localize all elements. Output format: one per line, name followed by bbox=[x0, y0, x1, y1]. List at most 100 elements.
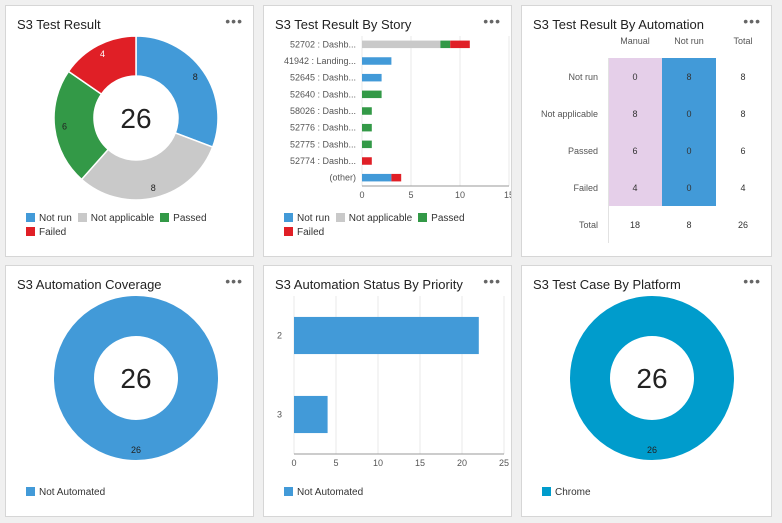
bar-segment-passed[interactable] bbox=[362, 140, 372, 149]
slice-value-label: 8 bbox=[193, 72, 198, 82]
bar-segment-not-run[interactable] bbox=[362, 73, 382, 82]
matrix-row-label: Passed bbox=[567, 145, 598, 156]
tile-test-case-by-platform[interactable]: S3 Test Case By Platform ••• 26 26 Chrome bbox=[521, 265, 772, 517]
bar-segment-passed[interactable] bbox=[362, 107, 372, 115]
x-tick-label: 10 bbox=[455, 190, 465, 200]
matrix-row-label: Not run bbox=[568, 71, 598, 82]
bar-segment-failed[interactable] bbox=[362, 157, 372, 165]
bar-segment-not-run[interactable] bbox=[362, 57, 392, 65]
bar-segment-not-automated[interactable] bbox=[294, 395, 328, 434]
x-tick-label: 0 bbox=[291, 458, 296, 468]
slice-value-label: 6 bbox=[62, 122, 67, 132]
x-tick-label: 25 bbox=[499, 458, 509, 468]
x-tick-label: 20 bbox=[457, 458, 467, 468]
matrix-divider bbox=[608, 58, 609, 243]
matrix-row-label: Not applicable bbox=[540, 108, 598, 119]
chart-legend: Not run Not applicable Passed Failed bbox=[284, 212, 504, 240]
bar-segment-passed[interactable] bbox=[362, 90, 382, 99]
matrix-total-manual: 18 bbox=[629, 219, 640, 230]
legend-label: Passed bbox=[431, 213, 465, 224]
slice-value-label: 8 bbox=[151, 183, 156, 193]
legend-label: Not applicable bbox=[348, 213, 413, 224]
donut-center-total: 26 bbox=[120, 363, 151, 394]
matrix-cell-total: 6 bbox=[740, 145, 746, 156]
legend-item-not-applicable[interactable]: Not applicable bbox=[335, 212, 413, 226]
legend-swatch bbox=[284, 487, 293, 496]
slice-value-label: 26 bbox=[647, 445, 657, 455]
slice-value-label: 26 bbox=[131, 445, 141, 455]
chart-legend: Not Automated bbox=[26, 486, 246, 500]
matrix-cell-manual[interactable]: 8 bbox=[608, 95, 662, 132]
legend-swatch bbox=[26, 227, 35, 236]
legend-item-not-automated[interactable]: Not Automated bbox=[284, 486, 363, 500]
tile-title: S3 Test Result By Automation bbox=[533, 17, 705, 32]
legend-label: Not Automated bbox=[297, 487, 364, 498]
test-case-by-platform-donut-chart: 26 26 bbox=[570, 296, 734, 460]
x-tick-label: 5 bbox=[408, 190, 413, 200]
y-category-label: 52776 : Dashb... bbox=[290, 123, 356, 133]
matrix-cell-not-run[interactable]: 8 bbox=[662, 58, 716, 95]
y-category-label: 52774 : Dashb... bbox=[290, 156, 356, 166]
legend-item-failed[interactable]: Failed bbox=[284, 226, 324, 240]
bar-segment-failed[interactable] bbox=[391, 173, 402, 182]
bar-segment-not-automated[interactable] bbox=[294, 316, 479, 355]
tile-test-result-by-automation[interactable]: S3 Test Result By Automation ••• Manual N… bbox=[521, 5, 772, 257]
bar-segment-passed[interactable] bbox=[440, 40, 451, 49]
legend-item-failed[interactable]: Failed bbox=[26, 226, 66, 240]
bar-segment-passed[interactable] bbox=[362, 123, 372, 132]
matrix-cell-manual[interactable]: 0 bbox=[608, 58, 662, 95]
legend-label: Not run bbox=[297, 213, 330, 224]
chart-legend: Not run Not applicable Passed Failed bbox=[26, 212, 246, 240]
matrix-column-header: Total bbox=[733, 36, 753, 46]
tile-test-result[interactable]: S3 Test Result ••• 8 8 6 4 26 Not run Not app… bbox=[5, 5, 254, 257]
matrix-column-header: Manual bbox=[620, 36, 650, 46]
matrix-cell-total: 8 bbox=[740, 108, 746, 119]
legend-swatch bbox=[26, 487, 35, 496]
legend-swatch bbox=[284, 213, 293, 222]
matrix-cell-manual[interactable]: 4 bbox=[608, 169, 662, 206]
matrix-total-not-run: 8 bbox=[686, 219, 692, 230]
matrix-cell-not-run[interactable]: 0 bbox=[662, 169, 716, 206]
matrix-row-label: Failed bbox=[573, 182, 598, 193]
legend-swatch bbox=[542, 487, 551, 496]
more-horizontal-icon[interactable]: ••• bbox=[743, 14, 761, 28]
legend-item-not-run[interactable]: Not run bbox=[284, 212, 330, 226]
bar-segment-failed[interactable] bbox=[450, 40, 470, 49]
x-tick-label: 10 bbox=[373, 458, 383, 468]
matrix-cell-not-run[interactable]: 0 bbox=[662, 132, 716, 169]
legend-item-not-applicable[interactable]: Not applicable bbox=[77, 212, 155, 226]
y-category-label: 52775 : Dashb... bbox=[290, 139, 356, 149]
legend-item-not-run[interactable]: Not run bbox=[26, 212, 72, 226]
tile-automation-status-by-priority[interactable]: S3 Automation Status By Priority ••• 051… bbox=[263, 265, 512, 517]
y-category-label: 41942 : Landing... bbox=[284, 56, 356, 66]
matrix-cell-manual[interactable]: 6 bbox=[608, 132, 662, 169]
legend-item-chrome[interactable]: Chrome bbox=[542, 486, 591, 500]
matrix-column-header: Not run bbox=[674, 36, 704, 46]
legend-item-not-automated[interactable]: Not Automated bbox=[26, 486, 105, 500]
donut-center-total: 26 bbox=[636, 363, 667, 394]
automation-coverage-donut-chart: 26 26 bbox=[54, 296, 218, 460]
y-category-label: (other) bbox=[329, 173, 356, 183]
legend-swatch bbox=[284, 227, 293, 236]
matrix-cell-total: 4 bbox=[740, 182, 746, 193]
x-tick-label: 5 bbox=[333, 458, 338, 468]
legend-label: Passed bbox=[173, 213, 207, 224]
y-category-label: 52640 : Dashb... bbox=[290, 89, 356, 99]
legend-label: Not run bbox=[39, 213, 72, 224]
legend-label: Failed bbox=[39, 227, 67, 238]
matrix-total-grand: 26 bbox=[737, 219, 748, 230]
legend-label: Not applicable bbox=[90, 213, 155, 224]
bar-segment-not-run[interactable] bbox=[362, 173, 392, 182]
y-category-label: 2 bbox=[277, 331, 282, 341]
tile-test-result-by-story[interactable]: S3 Test Result By Story ••• 0 5 10 15 52702 … bbox=[263, 5, 512, 257]
legend-swatch bbox=[418, 213, 428, 222]
bar-segment-not-applicable[interactable] bbox=[362, 40, 441, 49]
slice-value-label: 4 bbox=[100, 49, 105, 59]
x-tick-label: 0 bbox=[359, 190, 364, 200]
matrix-cell-not-run[interactable]: 0 bbox=[662, 95, 716, 132]
y-category-label: 3 bbox=[277, 410, 282, 420]
legend-item-passed[interactable]: Passed bbox=[418, 212, 465, 226]
chart-legend: Chrome bbox=[542, 486, 762, 500]
legend-item-passed[interactable]: Passed bbox=[160, 212, 207, 226]
tile-automation-coverage[interactable]: S3 Automation Coverage ••• 26 26 Not Auto… bbox=[5, 265, 254, 517]
